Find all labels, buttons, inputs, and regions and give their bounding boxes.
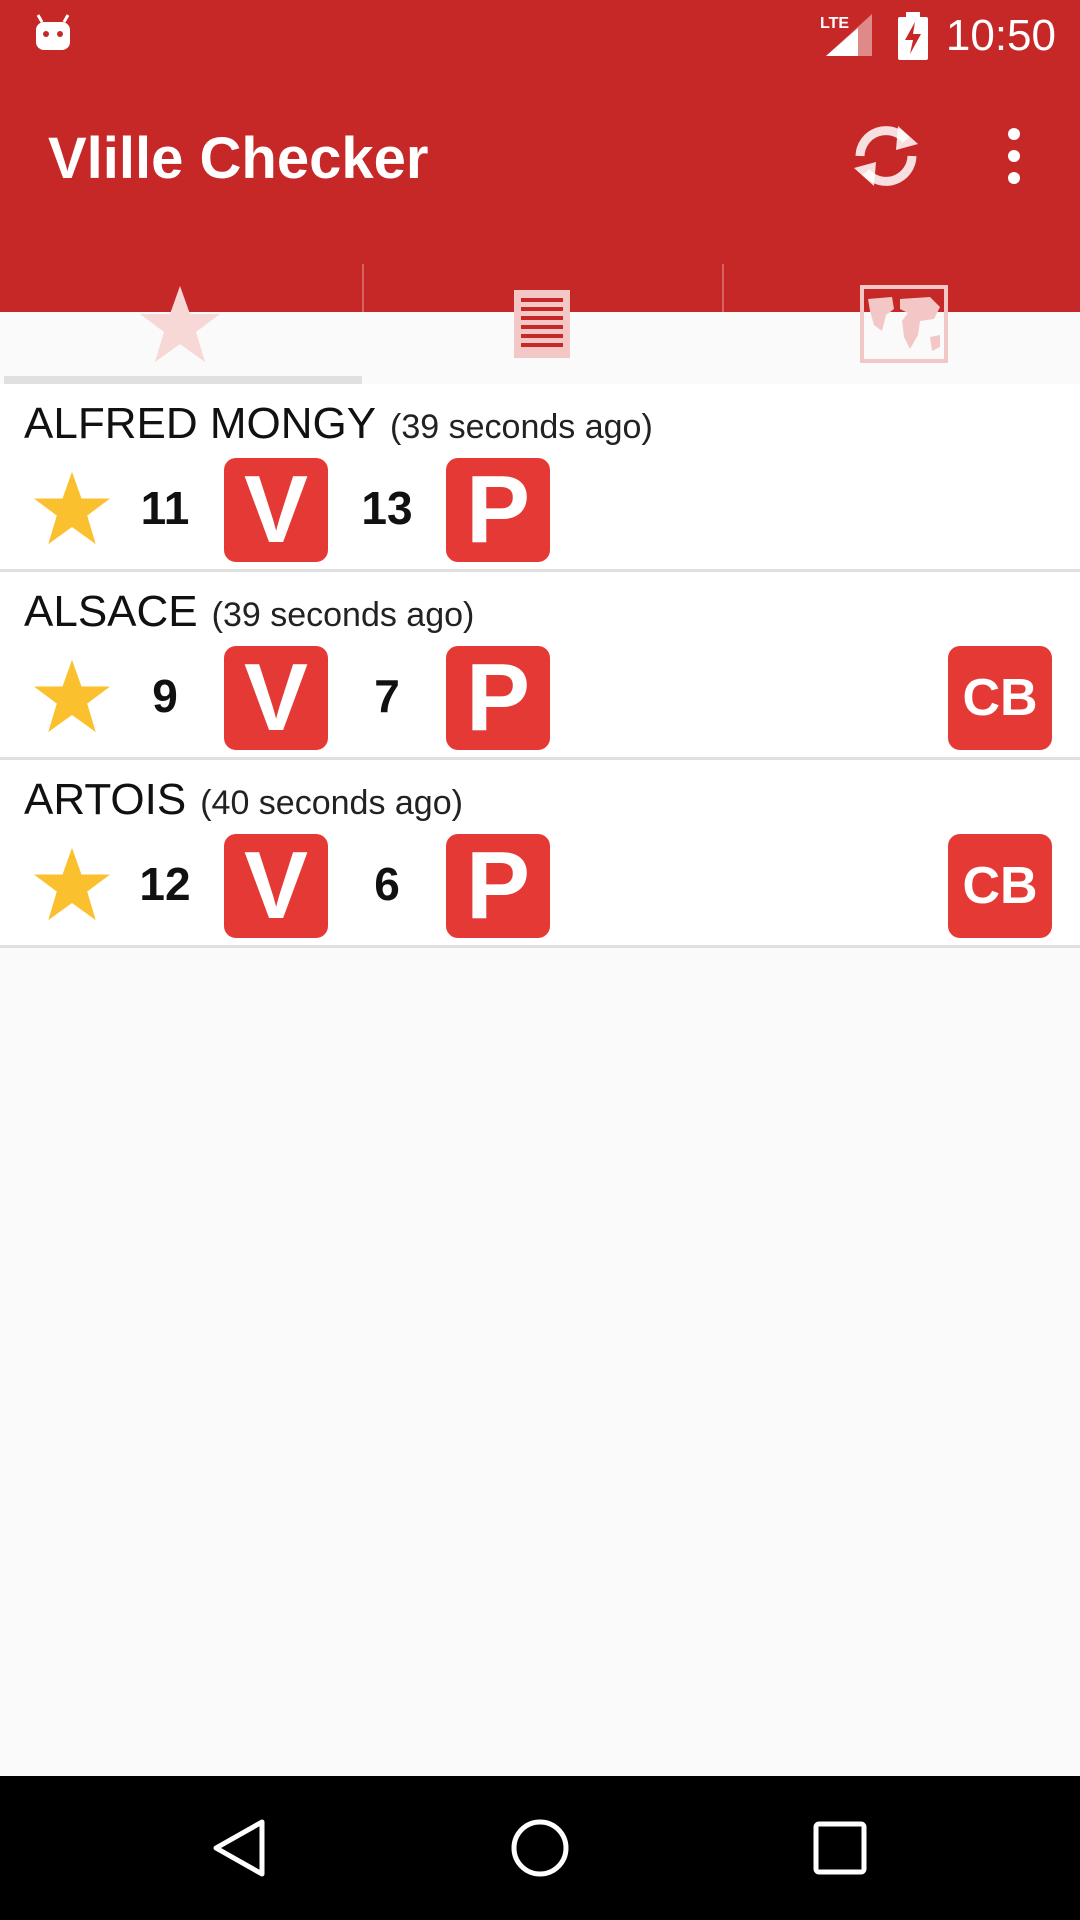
home-icon[interactable] — [504, 1812, 576, 1884]
free-slots-count: 6 — [374, 858, 400, 910]
free-slots-count: 7 — [374, 670, 400, 722]
bikes-badge: V — [224, 646, 328, 750]
available-bikes-count: 12 — [139, 858, 191, 910]
favorite-star-icon[interactable] — [32, 846, 112, 922]
status-time: 10:50 — [945, 11, 1056, 60]
station-name: ARTOIS — [24, 775, 187, 824]
parking-badge: P — [446, 458, 550, 562]
parking-badge: P — [446, 646, 550, 750]
back-icon[interactable] — [204, 1812, 276, 1884]
parking-badge: P — [446, 834, 550, 938]
station-row[interactable]: ALSACE (39 seconds ago) 9 V 7 P CB — [0, 572, 1080, 760]
station-row[interactable]: ALFRED MONGY (39 seconds ago) 11 V 13 P — [0, 384, 1080, 572]
list-icon — [514, 290, 570, 358]
free-slots-count: 13 — [361, 482, 413, 534]
bikes-badge: V — [224, 834, 328, 938]
favorite-star-icon[interactable] — [32, 658, 112, 734]
app-title: Vlille Checker — [48, 126, 429, 191]
tab-favorites[interactable] — [0, 264, 360, 384]
battery-charging-icon — [898, 12, 928, 60]
refresh-icon[interactable] — [846, 116, 926, 196]
station-updated-time: (39 seconds ago) — [390, 408, 653, 446]
selected-tab-indicator — [4, 376, 362, 384]
recent-apps-icon[interactable] — [804, 1812, 876, 1884]
system-nav-bar — [0, 1776, 1080, 1920]
android-notification-icon — [36, 14, 70, 50]
tab-map[interactable] — [724, 264, 1080, 384]
station-list: ALFRED MONGY (39 seconds ago) 11 V 13 P A… — [0, 384, 1080, 948]
station-updated-time: (40 seconds ago) — [200, 784, 463, 822]
status-bar: LTE 10:50 — [0, 0, 1080, 72]
available-bikes-count: 9 — [152, 670, 178, 722]
card-payment-badge: CB — [948, 834, 1052, 938]
star-icon — [140, 286, 220, 362]
station-row[interactable]: ARTOIS (40 seconds ago) 12 V 6 P CB — [0, 760, 1080, 948]
station-name: ALFRED MONGY — [24, 399, 377, 448]
card-payment-badge: CB — [948, 646, 1052, 750]
lte-signal-icon: LTE — [820, 14, 872, 56]
available-bikes-count: 11 — [140, 482, 190, 534]
bikes-badge: V — [224, 458, 328, 562]
more-options-icon[interactable] — [990, 116, 1038, 196]
station-updated-time: (39 seconds ago) — [211, 596, 475, 634]
station-name: ALSACE — [24, 587, 198, 636]
favorite-star-icon[interactable] — [32, 470, 112, 546]
map-icon — [860, 285, 948, 363]
tab-list[interactable] — [362, 264, 722, 384]
svg-text:LTE: LTE — [820, 15, 849, 32]
